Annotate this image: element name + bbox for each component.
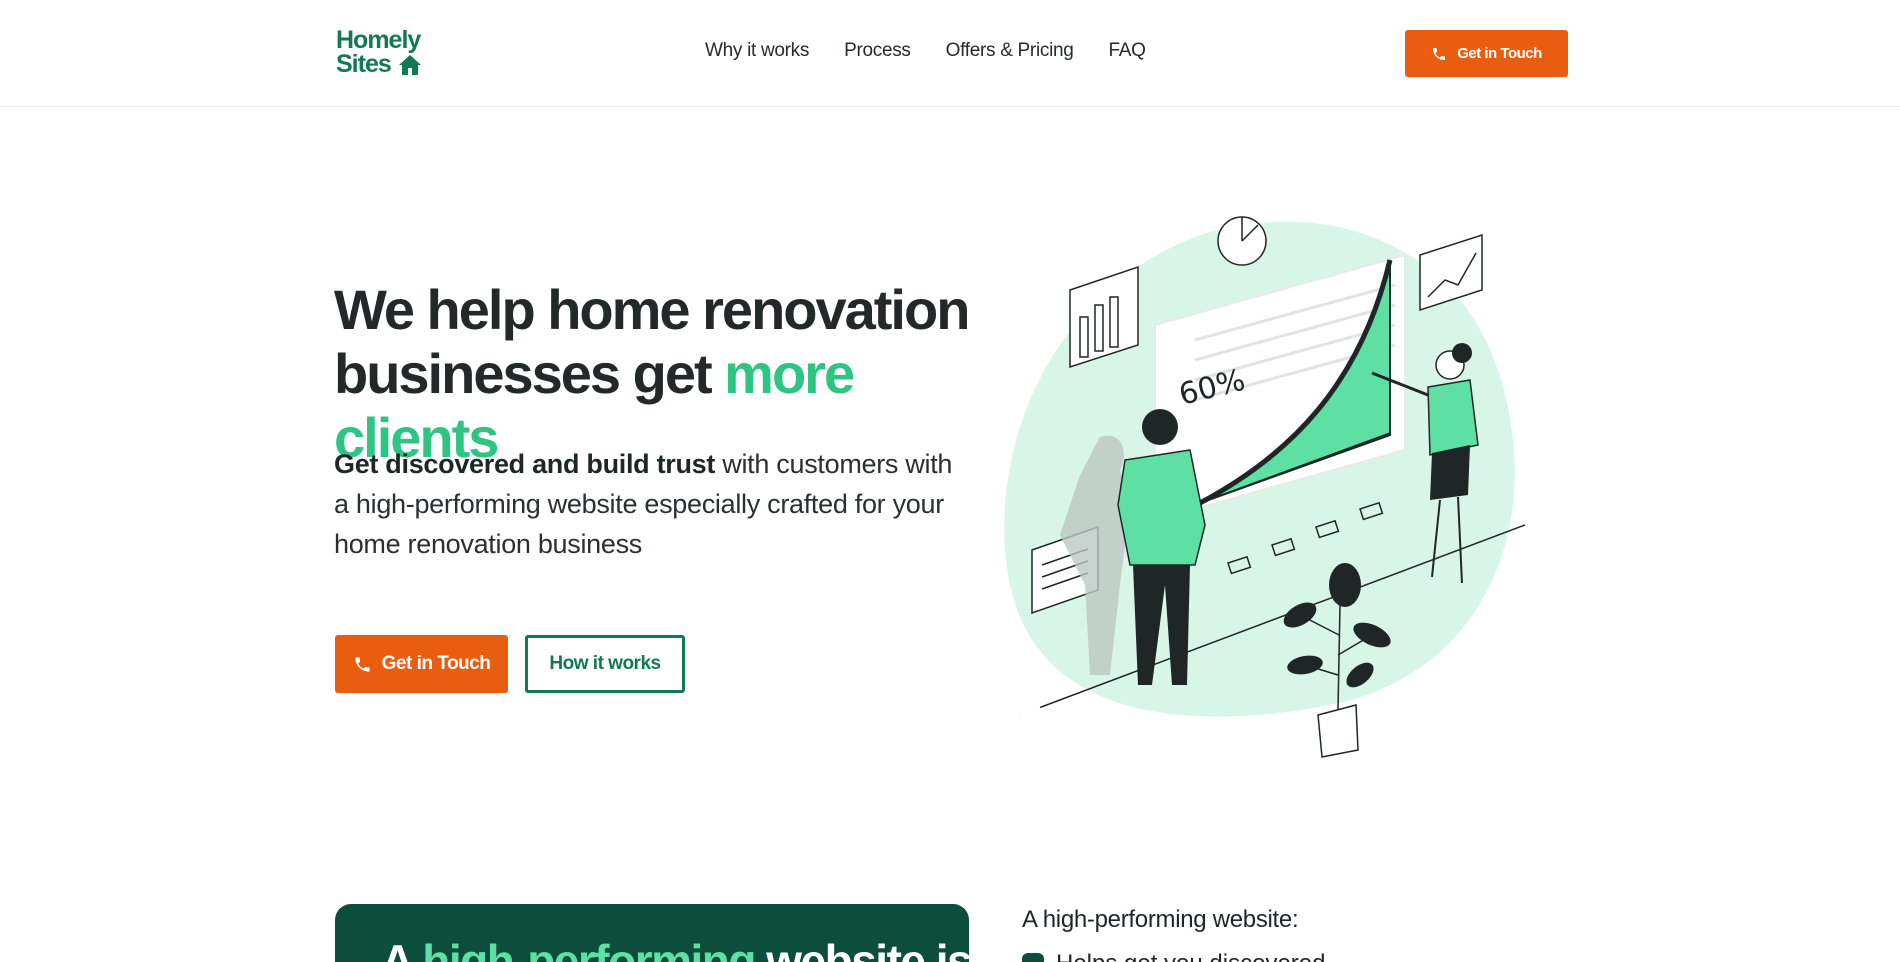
how-it-works-button[interactable]: How it works: [525, 635, 685, 693]
list-item-label: Helps get you discovered: [1056, 950, 1325, 962]
logo-line1: Homely: [336, 26, 421, 54]
card-title-end: website is: [754, 935, 969, 962]
hero-secondary-label: How it works: [549, 653, 661, 674]
woman-body: [1427, 379, 1479, 456]
hero-title: We help home renovation businesses get m…: [334, 278, 974, 470]
card-title-start: A: [381, 935, 423, 962]
line-chart-panel: [1419, 233, 1483, 312]
header-cta-label: Get in Touch: [1457, 45, 1542, 62]
card-title: A high-performing website is: [381, 934, 969, 962]
nav-offers-pricing[interactable]: Offers & Pricing: [946, 40, 1074, 62]
list-item: Helps get you discovered: [1022, 950, 1325, 962]
hero-primary-label: Get in Touch: [381, 653, 491, 674]
growth-chart-illustration: 60%: [1004, 216, 1526, 758]
list-label: A high-performing website:: [1022, 906, 1299, 933]
hero-subtitle: Get discovered and build trust with cust…: [334, 444, 954, 564]
hero-get-in-touch-button[interactable]: Get in Touch: [335, 635, 508, 693]
logo-line2: Sites: [336, 50, 392, 78]
main-nav: Why it works Process Offers & Pricing FA…: [705, 40, 1146, 62]
nav-process[interactable]: Process: [844, 40, 911, 62]
phone-icon: [1433, 47, 1446, 60]
hero-subtitle-bold: Get discovered and build trust: [334, 449, 716, 479]
logo[interactable]: Homely Sites: [336, 28, 426, 80]
man-body: [1117, 449, 1206, 566]
feature-card: A high-performing website is: [335, 904, 969, 962]
plant-pot: [1317, 704, 1359, 758]
phone-icon: [355, 656, 370, 672]
card-title-accent: high-performing: [422, 935, 756, 962]
nav-faq[interactable]: FAQ: [1109, 40, 1146, 62]
man-head: [1142, 409, 1178, 445]
nav-why-it-works[interactable]: Why it works: [705, 40, 809, 62]
shield-icon: [1022, 953, 1044, 962]
site-header: Homely Sites Why it works Process Offers…: [0, 0, 1900, 107]
house-icon: [399, 55, 421, 75]
header-get-in-touch-button[interactable]: Get in Touch: [1405, 30, 1568, 77]
hero-title-main: We help home renovation businesses get: [334, 278, 970, 405]
